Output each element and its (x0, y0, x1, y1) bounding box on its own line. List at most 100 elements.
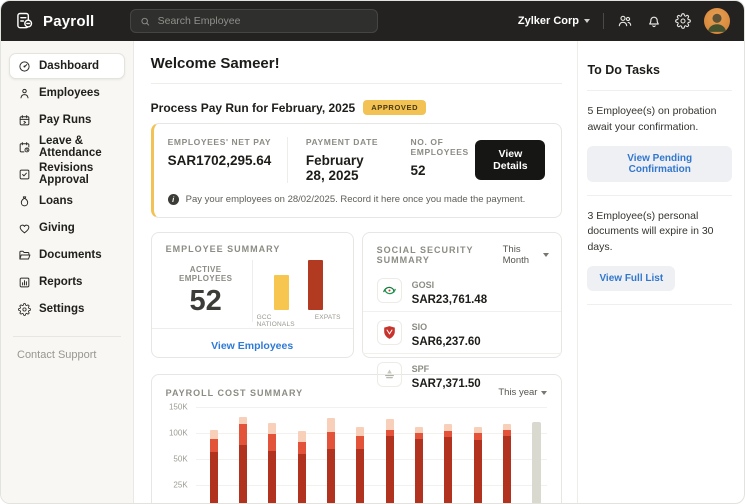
org-selector[interactable]: Zylker Corp (518, 15, 590, 27)
social-row-sio: SIO SAR6,237.60 (363, 312, 562, 354)
net-pay-label: EMPLOYEES' NET PAY (168, 137, 272, 147)
payroll-cost-title: PAYROLL COST SUMMARY (166, 388, 304, 398)
net-pay-value: SAR1702,295.64 (168, 153, 272, 168)
payment-date-stat: PAYMENT DATE February 28, 2025 (306, 137, 385, 183)
summary-cards-row: EMPLOYEE SUMMARY ACTIVE EMPLOYEES 52 GCC… (151, 232, 563, 358)
money-bag-icon (18, 195, 31, 208)
social-row-amount: SAR23,761.48 (412, 294, 487, 306)
todo-panel: To Do Tasks 5 Employee(s) on probation a… (577, 41, 744, 504)
sidebar-item-settings[interactable]: Settings (9, 296, 125, 322)
chart-plot-area (196, 407, 548, 504)
social-security-header: SOCIAL SECURITY SUMMARY This Month (363, 233, 562, 270)
payroll-cost-card: PAYROLL COST SUMMARY This year 150K 100K… (151, 374, 563, 504)
employee-summary-title: EMPLOYEE SUMMARY (152, 233, 353, 254)
y-tick: 50K (173, 455, 187, 464)
active-employees-label: ACTIVE EMPLOYEES (164, 265, 248, 283)
cost-bar (239, 407, 247, 504)
social-row-name: GOSI (412, 280, 435, 290)
search-bar[interactable] (130, 9, 378, 33)
cost-bar (474, 407, 482, 504)
page-body: Dashboard Employees Pay Runs Leave & Att… (1, 41, 744, 504)
sidebar-item-giving[interactable]: Giving (9, 215, 125, 241)
social-row-amount: SAR7,371.50 (412, 378, 481, 390)
view-pending-confirmation-button[interactable]: View Pending Confirmation (587, 146, 732, 182)
todo-title: To Do Tasks (587, 63, 732, 77)
sio-logo (377, 320, 402, 345)
heart-icon (18, 222, 31, 235)
users-icon[interactable] (617, 13, 633, 29)
sidebar-item-employees[interactable]: Employees (9, 80, 125, 106)
social-row-info: GOSI SAR23,761.48 (412, 275, 487, 306)
cost-bar (327, 407, 335, 504)
social-row-info: SPF SAR7,371.50 (412, 359, 481, 390)
avatar-photo (704, 8, 730, 34)
app-brand: Payroll (15, 11, 94, 31)
gear-icon[interactable] (675, 13, 691, 29)
payrun-stats: EMPLOYEES' NET PAY SAR1702,295.64 PAYMEN… (154, 124, 562, 192)
search-input[interactable] (158, 15, 369, 27)
spf-logo (377, 362, 402, 387)
mini-bar (274, 275, 289, 310)
mini-chart-label-expats: EXPATS (315, 314, 341, 328)
active-employees-block: ACTIVE EMPLOYEES 52 (164, 265, 248, 318)
year-filter-dropdown[interactable]: This year (498, 387, 547, 398)
y-tick: 100K (169, 429, 188, 438)
chevron-down-icon (541, 391, 547, 395)
payment-date-label: PAYMENT DATE (306, 137, 385, 147)
cost-bar (532, 407, 541, 504)
employee-summary-card: EMPLOYEE SUMMARY ACTIVE EMPLOYEES 52 GCC… (151, 232, 354, 358)
gosi-logo (377, 278, 402, 303)
view-details-button[interactable]: View Details (475, 140, 545, 180)
sidebar-item-dashboard[interactable]: Dashboard (9, 53, 125, 79)
net-pay-stat: EMPLOYEES' NET PAY SAR1702,295.64 (168, 137, 272, 168)
calendar-run-icon (18, 114, 31, 127)
divider (151, 83, 563, 84)
y-axis-labels: 150K 100K 50K 25K 0 (166, 407, 196, 504)
employee-mini-chart: GCC NATIONALS EXPATS (257, 254, 341, 328)
sidebar-divider (13, 336, 121, 337)
payrun-info: i Pay your employees on 28/02/2025. Reco… (154, 192, 562, 217)
calendar-clock-icon (18, 141, 31, 154)
cost-bar (415, 407, 423, 504)
info-icon: i (168, 194, 179, 205)
app-window: Payroll Zylker Corp (0, 0, 745, 504)
payrun-header: Process Pay Run for February, 2025 APPRO… (151, 100, 563, 115)
employee-count-stat: NO. OF EMPLOYEES 52 (411, 137, 476, 178)
sidebar-item-documents[interactable]: Documents (9, 242, 125, 268)
sidebar-item-revisions-approval[interactable]: Revisions Approval (9, 161, 125, 187)
social-row-name: SIO (412, 322, 428, 332)
chart-bars (210, 407, 542, 504)
view-full-list-button[interactable]: View Full List (587, 266, 675, 291)
period-filter-value: This Month (503, 244, 540, 266)
sidebar-label: Employees (39, 87, 100, 99)
payrun-card: EMPLOYEES' NET PAY SAR1702,295.64 PAYMEN… (151, 123, 563, 218)
view-employees-link[interactable]: View Employees (211, 340, 293, 352)
mini-bar (308, 260, 323, 310)
payrun-title: Process Pay Run for February, 2025 (151, 101, 356, 115)
social-security-card: SOCIAL SECURITY SUMMARY This Month GOSI … (362, 232, 563, 358)
topbar-divider (603, 13, 604, 29)
divider (587, 195, 732, 196)
payrun-info-text: Pay your employees on 28/02/2025. Record… (186, 194, 526, 205)
social-row-gosi: GOSI SAR23,761.48 (363, 270, 562, 312)
chevron-down-icon (543, 253, 549, 257)
cost-bar (356, 407, 364, 504)
social-row-name: SPF (412, 364, 430, 374)
app-title: Payroll (43, 13, 94, 30)
bar-chart-icon (18, 276, 31, 289)
sidebar-item-pay-runs[interactable]: Pay Runs (9, 107, 125, 133)
social-row-amount: SAR6,237.60 (412, 336, 481, 348)
topbar: Payroll Zylker Corp (1, 1, 744, 41)
sidebar-label: Settings (39, 303, 84, 315)
bell-icon[interactable] (646, 13, 662, 29)
sidebar-item-loans[interactable]: Loans (9, 188, 125, 214)
contact-support-link[interactable]: Contact Support (9, 349, 125, 361)
sidebar-label: Revisions Approval (39, 162, 116, 186)
divider (587, 90, 732, 91)
cost-bar (386, 407, 394, 504)
sidebar-item-reports[interactable]: Reports (9, 269, 125, 295)
sidebar-item-leave-attendance[interactable]: Leave & Attendance (9, 134, 125, 160)
todo-task-text: 5 Employee(s) on probation await your co… (587, 104, 732, 136)
period-filter-dropdown[interactable]: This Month (503, 244, 550, 266)
user-avatar[interactable] (704, 8, 730, 34)
